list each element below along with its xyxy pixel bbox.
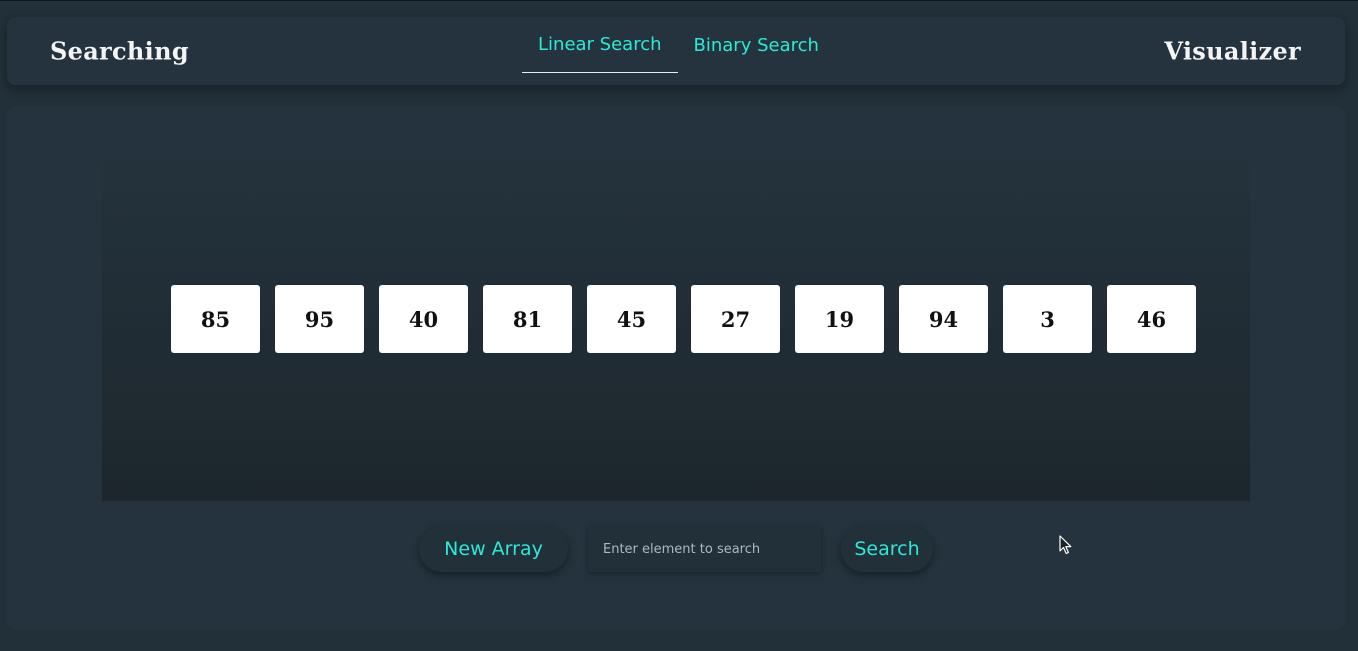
array-cell: 95 <box>275 285 364 353</box>
array-stage: 85 95 40 81 45 27 19 94 3 46 <box>102 154 1250 501</box>
array-cell: 85 <box>171 285 260 353</box>
mouse-pointer-icon <box>1059 535 1072 555</box>
new-array-button[interactable]: New Array <box>419 526 568 572</box>
array-cell: 19 <box>795 285 884 353</box>
array-cell: 46 <box>1107 285 1196 353</box>
brand-title-left: Searching <box>50 36 189 66</box>
control-bar: New Array Search <box>419 524 933 574</box>
brand-title-right: Visualizer <box>1164 36 1301 66</box>
algorithm-tabs: Linear Search Binary Search <box>522 17 835 85</box>
search-element-input[interactable] <box>588 526 821 572</box>
array-cell: 81 <box>483 285 572 353</box>
top-divider <box>0 0 1358 1</box>
array-cell: 3 <box>1003 285 1092 353</box>
array-cell: 40 <box>379 285 468 353</box>
visualizer-panel: 85 95 40 81 45 27 19 94 3 46 New Array S… <box>7 106 1345 630</box>
array-cell: 27 <box>691 285 780 353</box>
search-button[interactable]: Search <box>841 526 933 572</box>
tab-binary-search[interactable]: Binary Search <box>678 17 835 73</box>
array-cells: 85 95 40 81 45 27 19 94 3 46 <box>171 285 1196 353</box>
array-cell: 94 <box>899 285 988 353</box>
app-header: Searching Linear Search Binary Search Vi… <box>7 17 1345 85</box>
array-cell: 45 <box>587 285 676 353</box>
tab-linear-search[interactable]: Linear Search <box>522 17 678 73</box>
